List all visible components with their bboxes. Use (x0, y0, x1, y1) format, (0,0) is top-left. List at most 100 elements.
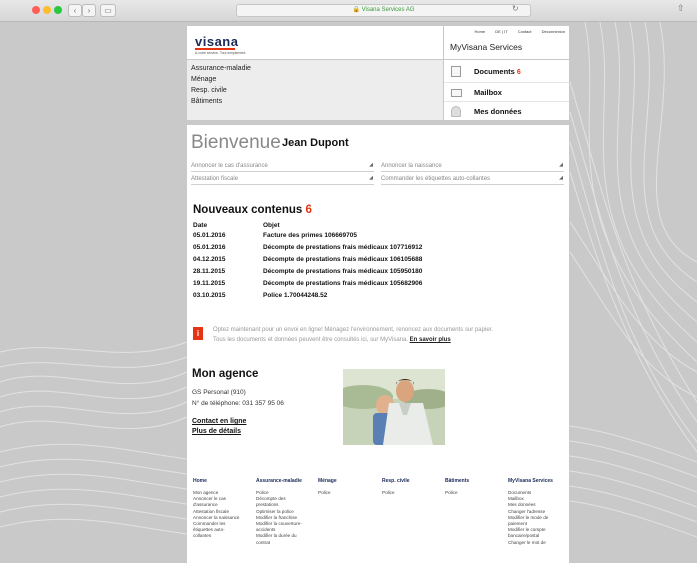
family-photo-illustration (343, 369, 445, 445)
contact-online-link[interactable]: Contact en ligne (192, 418, 246, 425)
table-row[interactable]: 05.01.2016 Facture des primes 106669705 (187, 232, 569, 243)
service-mailbox[interactable]: Mailbox (444, 82, 569, 101)
footer-heading[interactable]: Assurance-maladie (256, 478, 316, 484)
document-icon (451, 66, 461, 77)
service-label: Documents (474, 67, 515, 76)
new-content-count: 6 (305, 204, 312, 216)
sidebar-icon[interactable]: ▭ (100, 4, 116, 17)
agency-name: GS Personal (910) (192, 389, 246, 396)
logo-tagline: A votre service. Tout simplement. (195, 51, 247, 55)
row-date: 05.01.2016 (193, 244, 226, 251)
footer-col-health: Assurance-maladie Police Décompte des pr… (256, 478, 316, 546)
learn-more-link[interactable]: En savoir plus (410, 337, 451, 343)
row-object: Décompte de prestations frais médicaux 1… (263, 268, 423, 275)
info-icon: i (193, 327, 203, 340)
action-label: Commander les étiquettes auto-collantes (381, 176, 491, 182)
row-object: Décompte de prestations frais médicaux 1… (263, 280, 423, 287)
reload-icon[interactable]: ↻ (512, 4, 519, 13)
lock-icon: 🔒 (352, 7, 360, 13)
footer-sitemap: Home Mon agence Annoncer le cas d'assura… (187, 471, 569, 563)
arrow-icon: ◢ (559, 162, 563, 168)
footer-link[interactable]: Police (382, 490, 437, 496)
footer-link[interactable]: contrat (256, 540, 316, 546)
footer-heading[interactable]: Ménage (318, 478, 373, 484)
row-date: 04.12.2015 (193, 256, 226, 263)
action-label: Annoncer la naissance (381, 163, 442, 169)
row-date: 05.01.2016 (193, 232, 226, 239)
share-icon[interactable]: ⇧ (677, 3, 685, 14)
address-bar[interactable]: 🔒 Visana Services AG (236, 4, 531, 17)
row-object: Décompte de prestations frais médicaux 1… (263, 256, 423, 263)
footer-heading[interactable]: Home (193, 478, 251, 484)
agency-phone: N° de téléphone: 031 357 95 06 (192, 400, 284, 407)
action-report-birth[interactable]: Annoncer la naissance ◢ (381, 161, 564, 172)
footer-heading[interactable]: Resp. civile (382, 478, 437, 484)
more-details-link[interactable]: Plus de détails (192, 428, 241, 435)
logo-area[interactable]: visana A votre service. Tout simplement. (187, 26, 443, 59)
footer-heading[interactable]: MyVisana Services (508, 478, 566, 484)
top-link-language[interactable]: DE | IT (495, 29, 507, 34)
row-object: Police 1.70044248.52 (263, 292, 328, 299)
top-link-logout[interactable]: Déconnexion (542, 29, 565, 34)
insurance-menu: Assurance-maladie Ménage Resp. civile Bâ… (187, 60, 443, 120)
row-object: Facture des primes 106669705 (263, 232, 357, 239)
table-row[interactable]: 28.11.2015 Décompte de prestations frais… (187, 268, 569, 279)
footer-col-buildings: Bâtiments Police (445, 478, 500, 496)
documents-count-badge: 6 (516, 69, 521, 76)
footer-link[interactable]: collantes (193, 533, 251, 539)
top-link-home[interactable]: Home (474, 29, 485, 34)
footer-col-services: MyVisana Services Documents Mailbox Mes … (508, 478, 566, 546)
service-my-data[interactable]: Mes données (444, 101, 569, 120)
footer-col-home: Home Mon agence Annoncer le cas d'assura… (193, 478, 251, 540)
user-icon (451, 106, 461, 117)
column-header-date: Date (193, 222, 208, 229)
footer-heading[interactable]: Bâtiments (445, 478, 500, 484)
menu-item-liability[interactable]: Resp. civile (191, 87, 227, 94)
service-label: Mailbox (474, 88, 502, 97)
visana-logo: visana (195, 34, 239, 49)
service-label: Mes données (474, 107, 522, 116)
new-content-title: Nouveaux contenus 6 (193, 204, 312, 216)
table-row[interactable]: 03.10.2015 Police 1.70044248.52 (187, 292, 569, 303)
portal-title: MyVisana Services (450, 42, 523, 52)
mail-icon (451, 89, 462, 97)
footer-col-household: Ménage Police (318, 478, 373, 496)
browser-toolbar: ‹ › ▭ 🔒 Visana Services AG ↻ ⇧ (0, 0, 697, 22)
portal-header: Home DE | IT Contact Déconnexion MyVisan… (444, 26, 569, 59)
page: visana A votre service. Tout simplement.… (187, 26, 569, 563)
logo-underline (195, 48, 235, 50)
row-date: 19.11.2015 (193, 280, 226, 287)
welcome-greeting: Bienvenue (191, 132, 281, 153)
action-label: Annoncer le cas d'assurance (191, 163, 268, 169)
user-name: Jean Dupont (282, 137, 349, 149)
service-documents[interactable]: Documents 6 (444, 62, 569, 81)
action-tax-certificate[interactable]: Attestation fiscale ◢ (191, 174, 374, 185)
menu-item-household[interactable]: Ménage (191, 76, 216, 83)
agency-title: Mon agence (192, 368, 259, 380)
action-label: Attestation fiscale (191, 176, 239, 182)
footer-link[interactable]: Police (445, 490, 500, 496)
online-delivery-notice: Optez maintenant pour un envoi en ligne!… (213, 327, 493, 343)
services-menu: Documents 6 Mailbox Mes données (444, 60, 569, 120)
table-row[interactable]: 19.11.2015 Décompte de prestations frais… (187, 280, 569, 291)
menu-item-buildings[interactable]: Bâtiments (191, 98, 222, 105)
footer-link[interactable]: Changer le mot de (508, 540, 566, 546)
main-content: Bienvenue Jean Dupont Annoncer le cas d'… (187, 125, 569, 487)
action-order-labels[interactable]: Commander les étiquettes auto-collantes … (381, 174, 564, 185)
row-date: 03.10.2015 (193, 292, 226, 299)
footer-col-liability: Resp. civile Police (382, 478, 437, 496)
back-icon[interactable]: ‹ (68, 4, 82, 17)
table-row[interactable]: 05.01.2016 Décompte de prestations frais… (187, 244, 569, 255)
footer-link[interactable]: Police (318, 490, 373, 496)
address-text: Visana Services AG (361, 7, 415, 13)
forward-icon[interactable]: › (82, 4, 96, 17)
action-report-case[interactable]: Annoncer le cas d'assurance ◢ (191, 161, 374, 172)
top-links: Home DE | IT Contact Déconnexion (465, 29, 565, 34)
top-link-contact[interactable]: Contact (518, 29, 532, 34)
table-row[interactable]: 04.12.2015 Décompte de prestations frais… (187, 256, 569, 267)
menu-item-health[interactable]: Assurance-maladie (191, 65, 251, 72)
zoom-window-button[interactable] (54, 6, 62, 14)
close-window-button[interactable] (32, 6, 40, 14)
minimize-window-button[interactable] (43, 6, 51, 14)
row-object: Décompte de prestations frais médicaux 1… (263, 244, 423, 251)
